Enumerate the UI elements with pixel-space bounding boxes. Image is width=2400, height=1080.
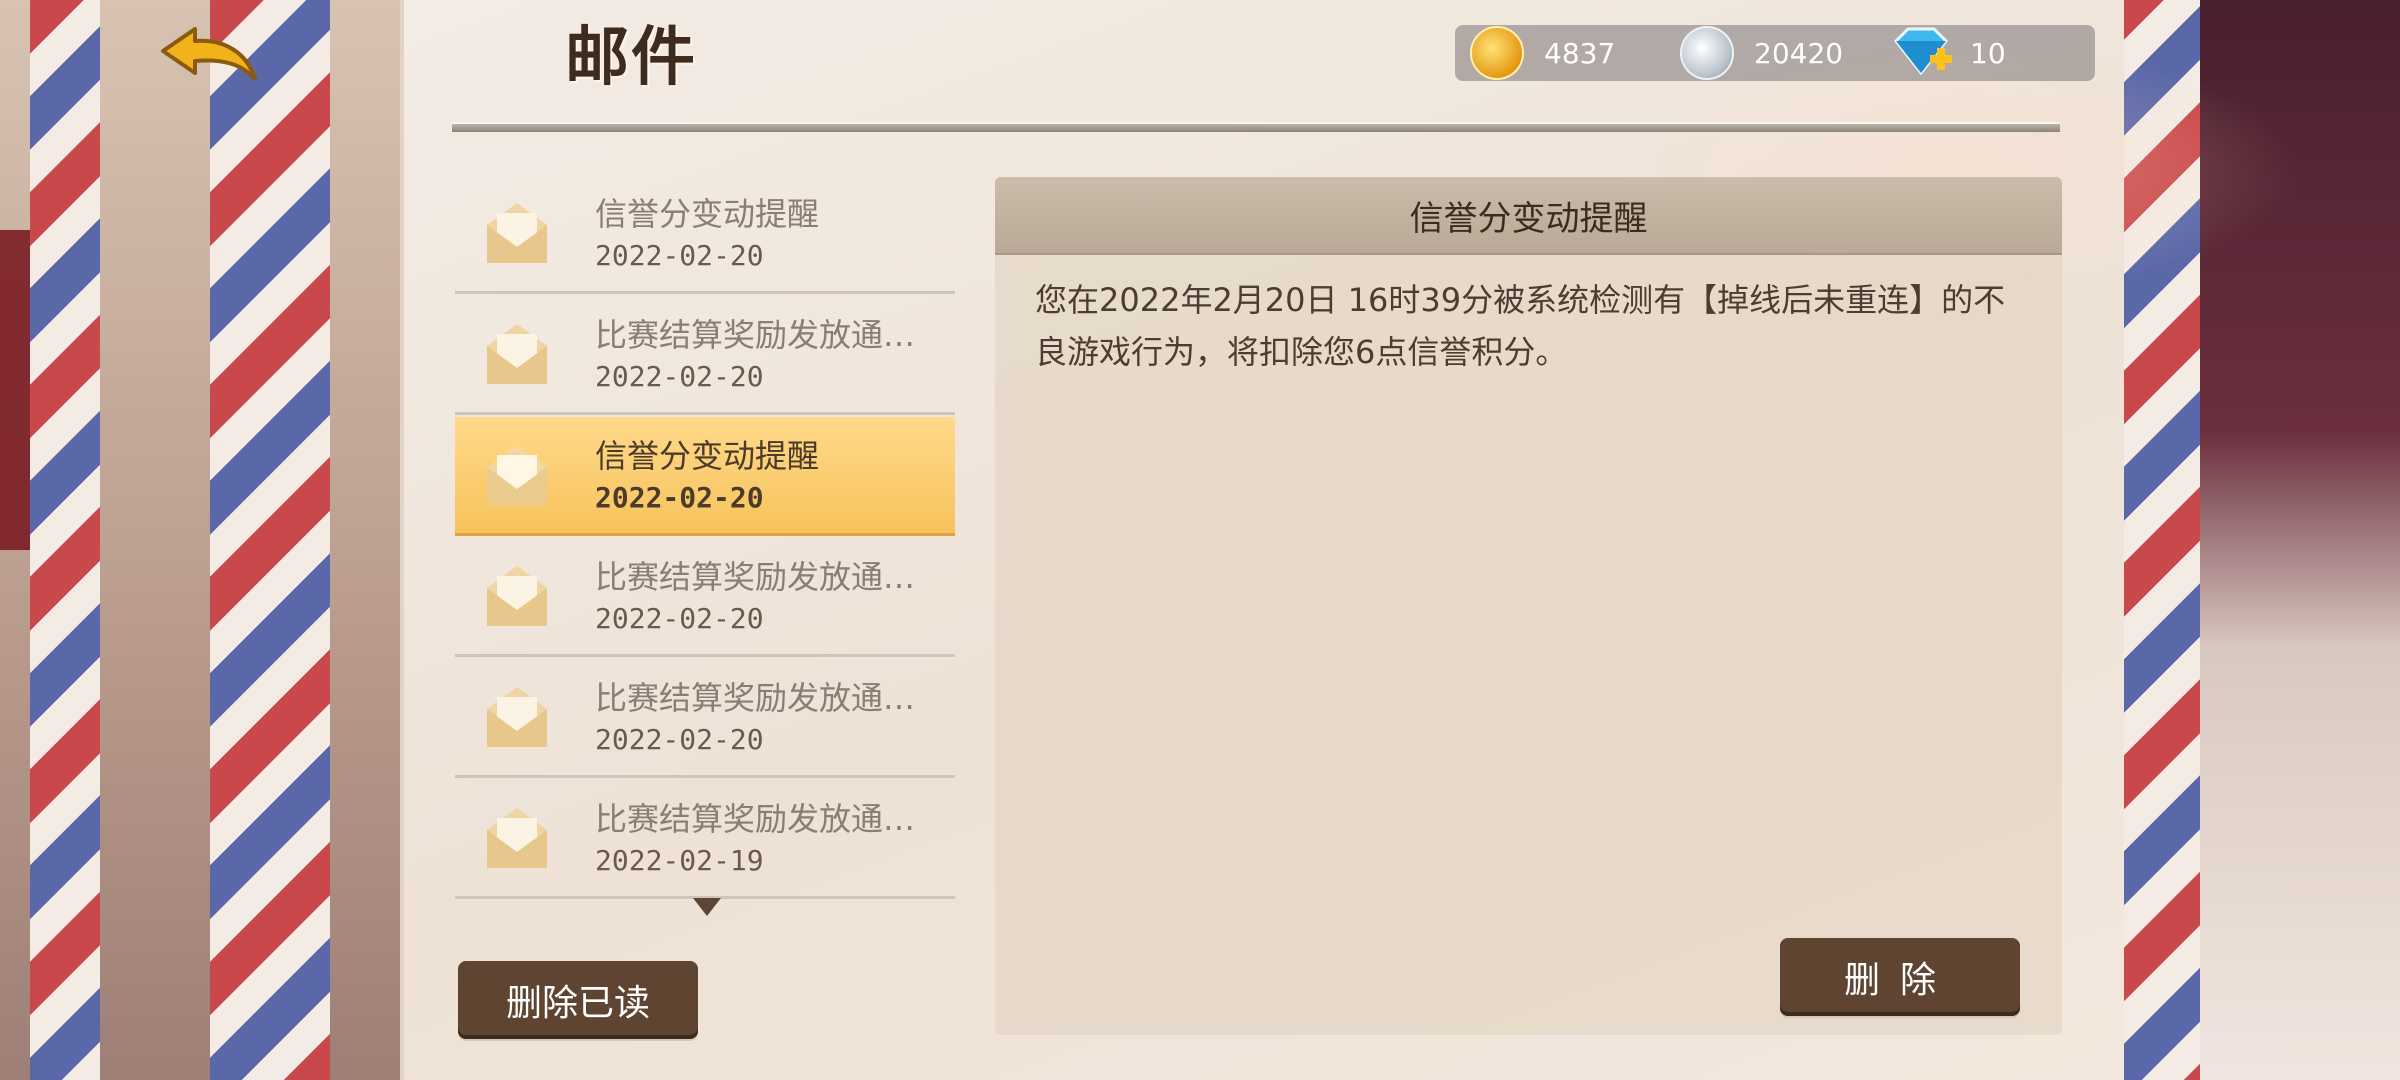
page-title: 邮件 [565, 21, 697, 95]
silver-currency: 20420 [1680, 25, 1843, 81]
mail-item[interactable]: 比赛结算奖励发放通… 2022-02-20 [455, 659, 955, 778]
back-arrow-icon [161, 27, 257, 81]
mail-title: 信誉分变动提醒 [595, 437, 820, 475]
diamond-plus-icon[interactable] [1890, 25, 1956, 81]
gold-currency: 4837 [1470, 25, 1615, 81]
mail-date: 2022-02-20 [595, 481, 764, 514]
back-button[interactable] [150, 18, 270, 98]
silver-coin-icon [1680, 26, 1734, 80]
gold-coin-icon [1470, 26, 1524, 80]
mail-item[interactable]: 比赛结算奖励发放通… 2022-02-20 [455, 538, 955, 657]
mail-item[interactable]: 信誉分变动提醒 2022-02-20 [455, 175, 955, 294]
delete-read-button[interactable]: 删除已读 [458, 961, 698, 1039]
currency-bar: 4837 20420 10 [1455, 25, 2095, 81]
mail-title: 比赛结算奖励发放通… [595, 558, 916, 596]
delete-button[interactable]: 删除 [1780, 938, 2020, 1016]
mail-list[interactable]: 信誉分变动提醒 2022-02-20 比赛结算奖励发放通… 2022-02-20… [455, 175, 955, 901]
mail-detail-title: 信誉分变动提醒 [995, 177, 2062, 255]
envelope-icon [487, 566, 547, 626]
envelope-icon [487, 324, 547, 384]
mail-date: 2022-02-20 [595, 723, 764, 756]
mail-date: 2022-02-20 [595, 239, 764, 272]
mail-detail-panel: 信誉分变动提醒 您在2022年2月20日 16时39分被系统检测有【掉线后未重连… [995, 177, 2062, 1035]
diamond-amount: 10 [1970, 36, 2006, 70]
envelope-icon [487, 808, 547, 868]
mail-date: 2022-02-19 [595, 844, 764, 877]
mail-title: 比赛结算奖励发放通… [595, 679, 916, 717]
mail-item[interactable]: 比赛结算奖励发放通… 2022-02-19 [455, 780, 955, 899]
mail-date: 2022-02-20 [595, 360, 764, 393]
silver-amount: 20420 [1754, 36, 1844, 70]
diamond-currency[interactable]: 10 [1890, 25, 2006, 81]
mail-title: 比赛结算奖励发放通… [595, 800, 916, 838]
header-divider [452, 122, 2060, 132]
mail-date: 2022-02-20 [595, 602, 764, 635]
airmail-stripe-left [30, 0, 100, 1080]
airmail-stripe-left-2 [210, 0, 330, 1080]
mail-item[interactable]: 比赛结算奖励发放通… 2022-02-20 [455, 296, 955, 415]
scroll-down-arrow-icon[interactable] [693, 898, 721, 916]
envelope-icon [487, 203, 547, 263]
envelope-icon [487, 445, 547, 505]
mail-title: 比赛结算奖励发放通… [595, 316, 916, 354]
envelope-icon [487, 687, 547, 747]
mail-detail-body: 您在2022年2月20日 16时39分被系统检测有【掉线后未重连】的不良游戏行为… [1035, 281, 2006, 371]
mail-item-selected[interactable]: 信誉分变动提醒 2022-02-20 [455, 417, 955, 536]
gold-amount: 4837 [1544, 36, 1616, 70]
mail-title: 信誉分变动提醒 [595, 195, 820, 233]
